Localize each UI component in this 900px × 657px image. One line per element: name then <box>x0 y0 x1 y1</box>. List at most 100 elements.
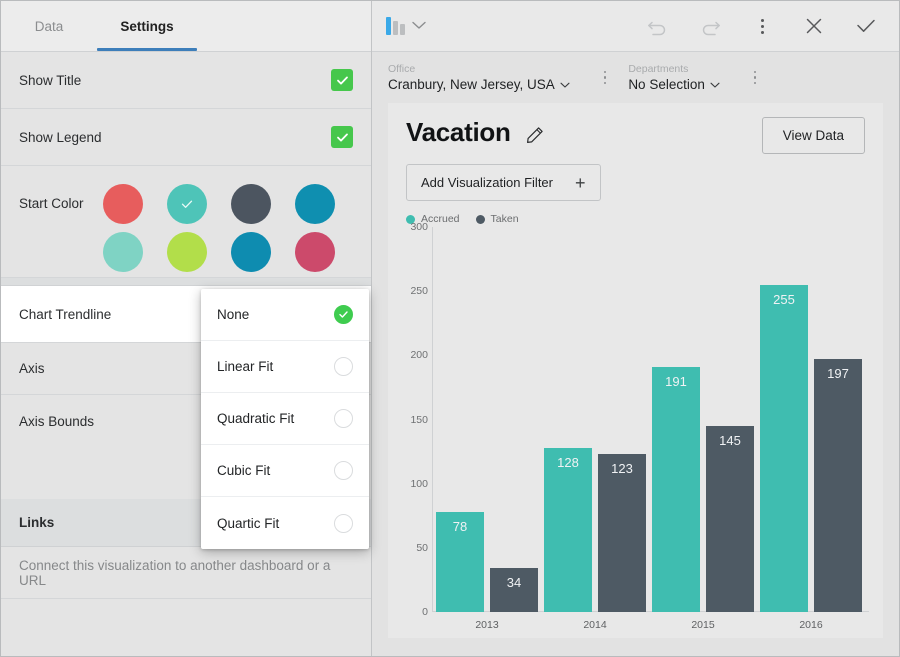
color-swatch-3[interactable] <box>295 184 335 224</box>
legend-item-taken[interactable]: Taken <box>475 213 519 225</box>
bar-groups: 78 34 128 123 191 145 255 197 <box>433 227 865 612</box>
axis-bounds-label: Axis Bounds <box>19 413 95 429</box>
bar-accrued-2016[interactable]: 255 <box>760 284 808 612</box>
show-legend-checkbox[interactable] <box>331 126 353 148</box>
color-swatch-2[interactable] <box>231 184 271 224</box>
bar-accrued-2014[interactable]: 128 <box>544 447 592 612</box>
chart-type-selector[interactable] <box>380 13 432 39</box>
add-visualization-filter-label: Add Visualization Filter <box>421 175 553 190</box>
filter-office-label: Office <box>388 63 416 75</box>
menu-item-quadratic-fit[interactable]: Quadratic Fit <box>201 393 369 445</box>
chevron-down-icon <box>560 76 570 93</box>
links-label: Links <box>19 515 55 530</box>
bar-group: 255 197 <box>757 227 865 612</box>
filter-office-value-text: Cranbury, New Jersey, USA <box>388 77 555 92</box>
y-tick-300: 300 <box>410 221 428 233</box>
bar-fill <box>598 454 646 612</box>
menu-item-linear-fit[interactable]: Linear Fit <box>201 341 369 393</box>
setting-row-show-legend[interactable]: Show Legend <box>1 109 371 166</box>
filter-office-value[interactable]: Cranbury, New Jersey, USA <box>388 76 570 93</box>
menu-item-quartic-fit-radio[interactable] <box>334 513 353 533</box>
menu-item-cubic-fit[interactable]: Cubic Fit <box>201 445 369 497</box>
confirm-check-icon[interactable] <box>853 13 879 39</box>
menu-item-linear-fit-radio[interactable] <box>334 357 353 376</box>
settings-sidebar: Data Settings Show Title Show Legend Sta… <box>1 1 372 656</box>
bar-taken-2015[interactable]: 145 <box>706 425 754 612</box>
toolbar-left <box>380 13 432 39</box>
y-axis: 0 50 100 150 200 250 300 <box>402 221 432 618</box>
bar-value-label: 128 <box>557 454 579 470</box>
visualization-card: Vacation View Data Add Visualization Fil… <box>388 103 883 638</box>
filter-departments-value[interactable]: No Selection <box>628 76 720 93</box>
dashboard-filters: Office Cranbury, New Jersey, USA Departm… <box>372 52 899 103</box>
color-swatch-7[interactable] <box>295 232 335 272</box>
bar-fill <box>544 447 592 612</box>
menu-item-cubic-fit-radio[interactable] <box>334 461 353 480</box>
add-visualization-filter-button[interactable]: Add Visualization Filter + <box>406 164 601 201</box>
redo-icon[interactable] <box>697 13 723 39</box>
filter-departments-menu-icon[interactable] <box>753 70 757 85</box>
sidebar-tabbar: Data Settings <box>1 1 371 52</box>
bar-group: 128 123 <box>541 227 649 612</box>
color-swatch-1[interactable] <box>167 184 207 224</box>
editor-toolbar <box>372 1 899 52</box>
y-tick-200: 200 <box>410 349 428 362</box>
view-data-button[interactable]: View Data <box>761 117 865 154</box>
tab-settings[interactable]: Settings <box>97 1 197 51</box>
close-icon[interactable] <box>801 13 827 39</box>
links-description: Connect this visualization to another da… <box>19 557 331 588</box>
tab-data-label: Data <box>34 18 64 34</box>
bar-fill <box>652 366 700 612</box>
pencil-icon[interactable] <box>525 125 545 150</box>
x-tick-2016: 2016 <box>799 619 823 631</box>
color-swatch-0[interactable] <box>103 184 143 224</box>
sidebar-bottom-spacer <box>1 599 371 656</box>
menu-item-quartic-fit[interactable]: Quartic Fit <box>201 497 369 549</box>
bar-accrued-2013[interactable]: 78 <box>436 511 484 612</box>
filter-departments[interactable]: Departments No Selection <box>628 62 720 93</box>
bar-fill <box>760 284 808 612</box>
bar-value-label: 255 <box>773 291 795 307</box>
undo-icon[interactable] <box>645 13 671 39</box>
visualization-panel: Office Cranbury, New Jersey, USA Departm… <box>372 1 899 656</box>
y-tick-0: 0 <box>422 606 428 618</box>
color-swatch-5[interactable] <box>167 232 207 272</box>
x-axis-labels: 2013 2014 2015 2016 <box>433 612 865 638</box>
tab-data[interactable]: Data <box>1 1 97 51</box>
setting-row-show-title[interactable]: Show Title <box>1 52 371 109</box>
more-options-icon[interactable] <box>749 13 775 39</box>
bar-group: 191 145 <box>649 227 757 612</box>
show-title-label: Show Title <box>19 72 82 88</box>
chart-trendline-dropdown: None Linear Fit Quadratic Fit Cubic Fit … <box>201 289 369 549</box>
tab-settings-label: Settings <box>120 18 174 34</box>
filter-office[interactable]: Office Cranbury, New Jersey, USA <box>388 62 570 93</box>
bar-accrued-2015[interactable]: 191 <box>652 366 700 612</box>
bar-chart: 0 50 100 150 200 250 300 78 34 128 123 191 145 255 19… <box>402 221 869 638</box>
start-color-swatches <box>103 184 343 272</box>
tab-active-indicator <box>97 48 197 51</box>
links-description-row[interactable]: Connect this visualization to another da… <box>1 547 371 599</box>
bar-taken-2016[interactable]: 197 <box>814 359 862 612</box>
section-divider <box>1 278 371 286</box>
bar-value-label: 197 <box>827 366 849 382</box>
bar-value-label: 145 <box>719 432 741 448</box>
filter-departments-label: Departments <box>628 63 689 75</box>
bar-chart-icon <box>386 17 405 35</box>
y-tick-100: 100 <box>410 477 428 490</box>
y-tick-50: 50 <box>416 541 428 554</box>
bar-taken-2014[interactable]: 123 <box>598 454 646 612</box>
color-swatch-4[interactable] <box>103 232 143 272</box>
bar-fill <box>814 359 862 612</box>
filter-office-menu-icon[interactable] <box>603 70 607 85</box>
app-window: Data Settings Show Title Show Legend Sta… <box>0 0 900 657</box>
menu-item-none[interactable]: None <box>201 289 369 341</box>
x-tick-2014: 2014 <box>583 619 607 631</box>
menu-item-quadratic-fit-radio[interactable] <box>334 409 353 428</box>
show-title-checkbox[interactable] <box>331 69 353 91</box>
bar-value-label: 191 <box>665 373 687 389</box>
color-swatch-6[interactable] <box>231 232 271 272</box>
menu-item-none-radio[interactable] <box>334 305 353 324</box>
bar-taken-2013[interactable]: 34 <box>490 568 538 612</box>
filter-departments-value-text: No Selection <box>628 77 705 92</box>
chevron-down-icon <box>412 17 426 35</box>
